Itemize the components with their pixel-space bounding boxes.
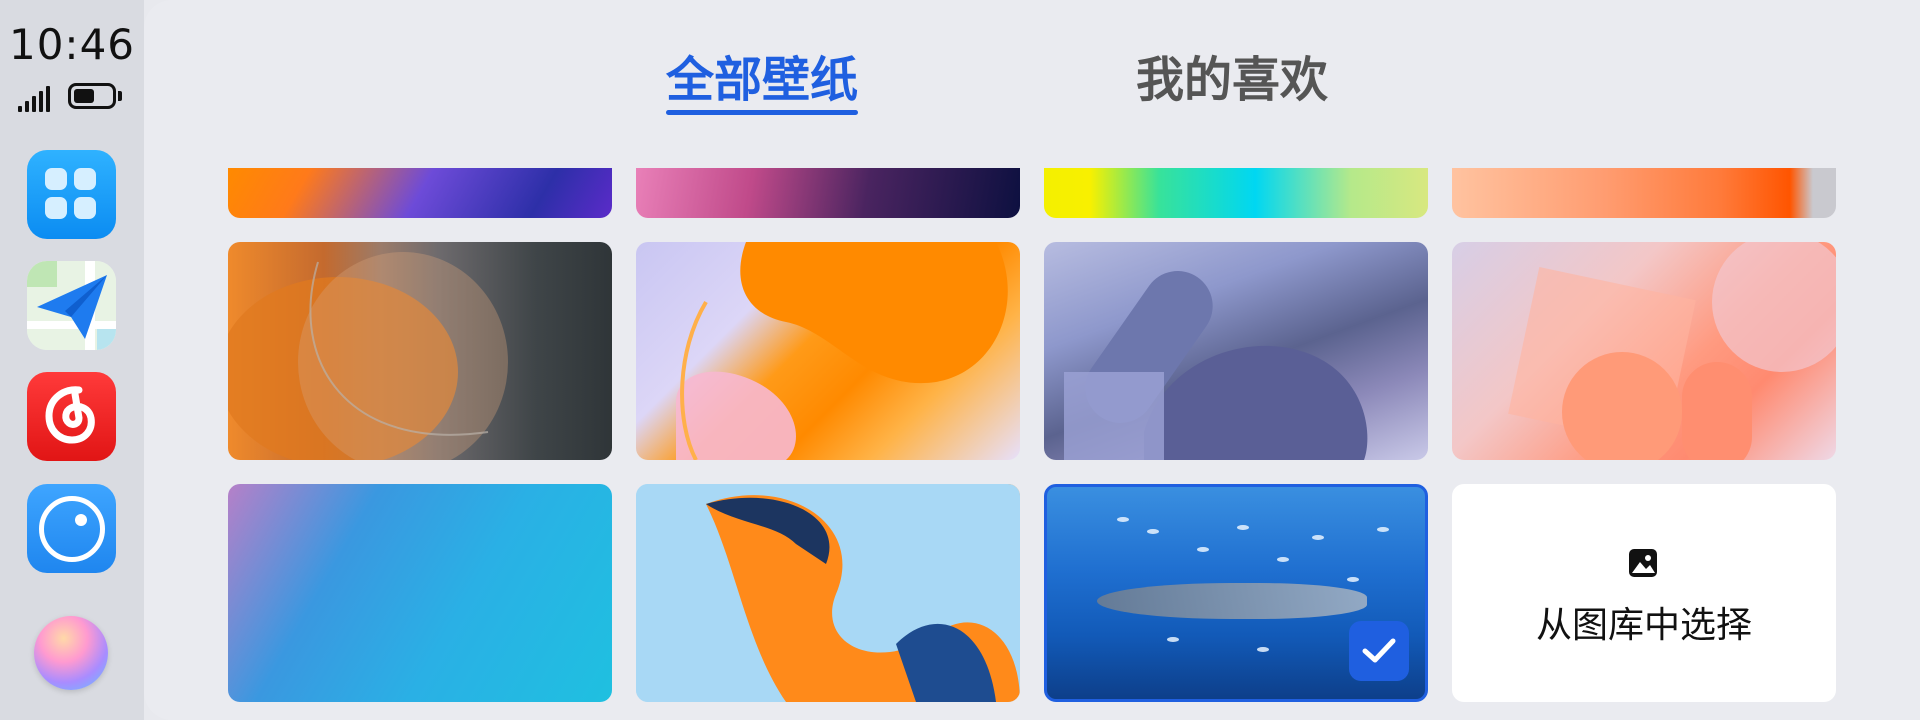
wallpaper-tile[interactable] — [228, 484, 612, 702]
wallpaper-tile[interactable] — [636, 484, 1020, 702]
wallpaper-art — [1508, 242, 1836, 460]
active-tab-indicator — [666, 110, 858, 115]
wallpaper-tile-selected[interactable] — [1044, 484, 1428, 702]
netease-music-icon — [45, 386, 95, 444]
music-app-button[interactable] — [27, 372, 116, 461]
status-time: 10:46 — [8, 20, 136, 69]
selected-check-icon — [1349, 621, 1409, 681]
wallpaper-tile[interactable] — [1044, 242, 1428, 460]
pick-from-gallery-button[interactable]: 从图库中选择 — [1452, 484, 1836, 702]
tab-my-favorites[interactable]: 我的喜欢 — [1136, 40, 1328, 110]
wallpaper-art — [1064, 271, 1368, 460]
wallpaper-tile[interactable] — [636, 168, 1020, 218]
wallpaper-art — [228, 252, 508, 460]
screen: 10:46 全部壁纸 我的喜欢 从图库中选择 — [0, 0, 1920, 720]
image-icon — [1629, 549, 1657, 577]
wallpaper-tile[interactable] — [228, 242, 612, 460]
tab-all-wallpapers[interactable]: 全部壁纸 — [666, 40, 858, 110]
wallpaper-tile[interactable] — [1044, 168, 1428, 218]
battery-icon — [68, 83, 122, 109]
pick-from-gallery-label: 从图库中选择 — [1535, 605, 1752, 646]
whale-shark — [1097, 583, 1367, 619]
wallpaper-art — [636, 484, 1020, 702]
left-dock: 10:46 — [0, 0, 144, 720]
assistant-orb-icon[interactable] — [34, 616, 108, 690]
camera-app-button[interactable] — [27, 484, 116, 573]
wallpaper-panel: 全部壁纸 我的喜欢 从图库中选择 — [144, 0, 1920, 720]
wallpaper-art — [676, 242, 1008, 460]
wallpaper-tile[interactable] — [636, 242, 1020, 460]
paper-plane-icon — [27, 261, 116, 350]
apps-grid-button[interactable] — [27, 150, 116, 239]
wallpaper-tile[interactable] — [1452, 168, 1836, 218]
signal-icon — [18, 84, 54, 112]
wallpaper-tile[interactable] — [1452, 242, 1836, 460]
wallpaper-tile[interactable] — [228, 168, 612, 218]
navigation-app-button[interactable] — [27, 261, 116, 350]
